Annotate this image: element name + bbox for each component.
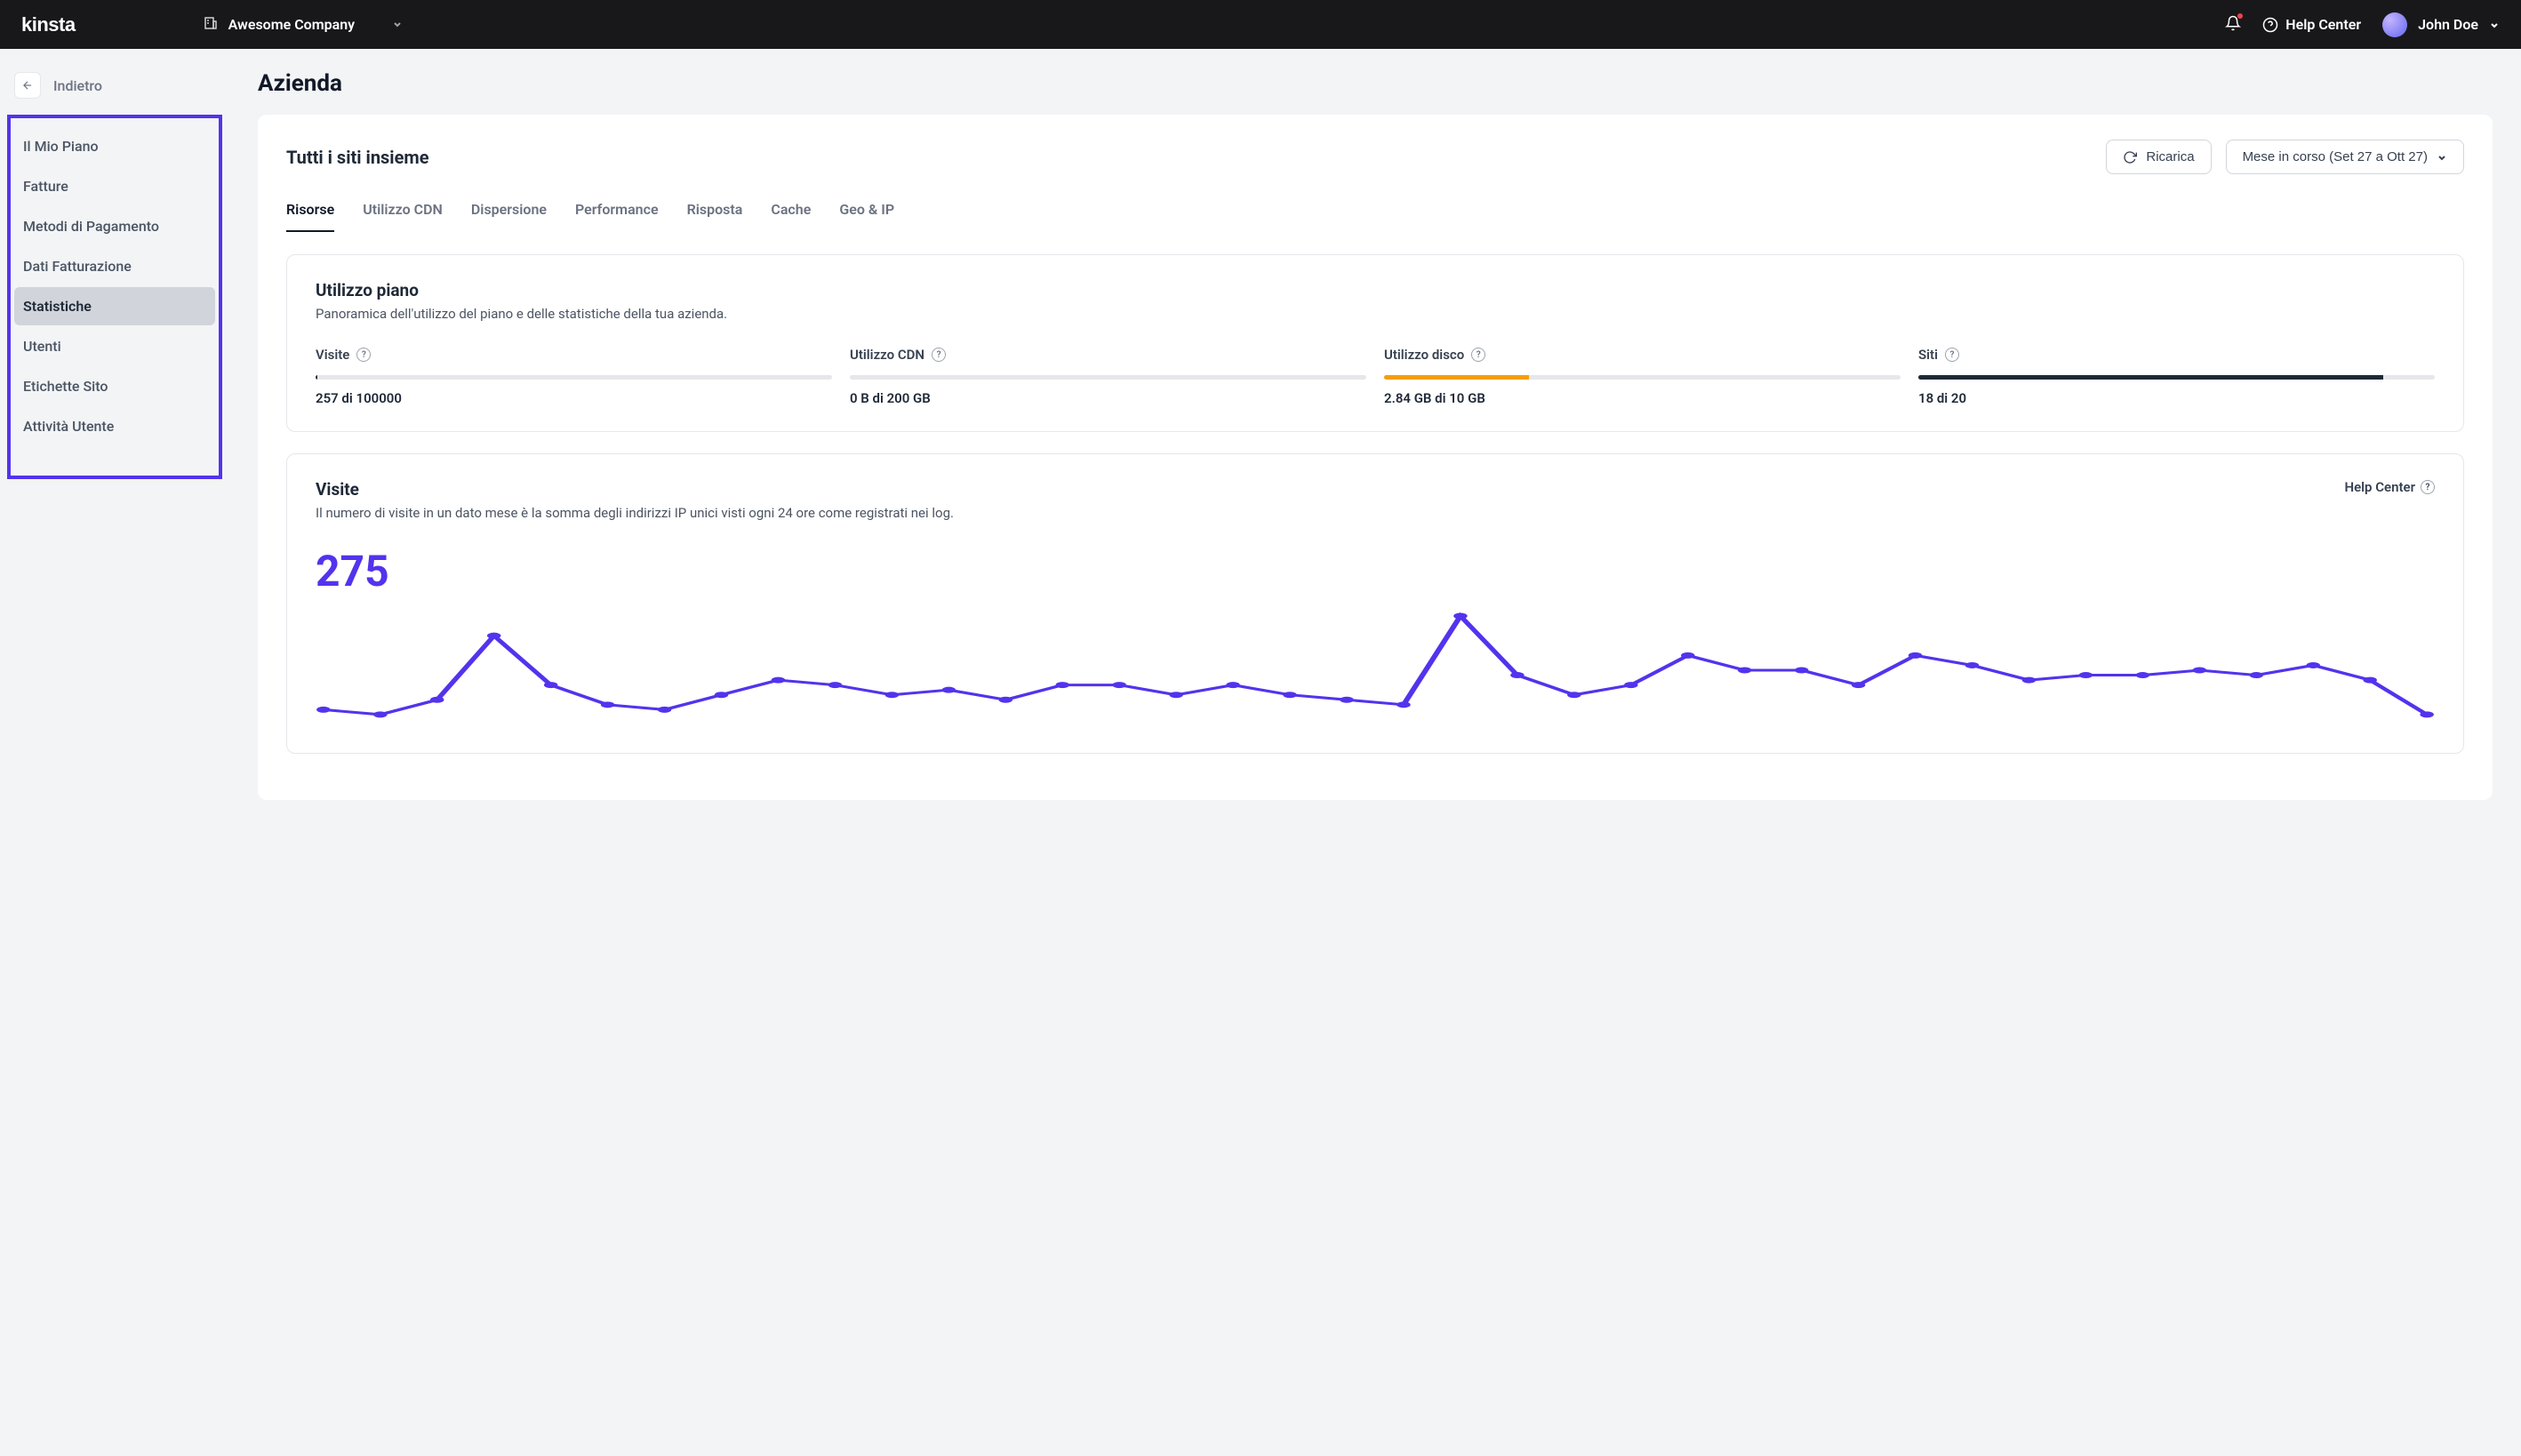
- visits-help-link[interactable]: Help Center ?: [2344, 479, 2435, 495]
- page-title: Azienda: [258, 70, 2493, 97]
- help-icon: ?: [2421, 480, 2435, 494]
- stat-value: 18 di 20: [1918, 390, 2435, 406]
- progress-bar: [1918, 375, 2435, 380]
- tab-1[interactable]: Utilizzo CDN: [363, 196, 443, 232]
- progress-bar: [1384, 375, 1901, 380]
- tabs: Risorse Utilizzo CDN Dispersione Performanc…: [286, 196, 2464, 233]
- stat-1: Utilizzo CDN? 0 B di 200 GB: [850, 347, 1366, 406]
- chevron-down-icon: [2437, 152, 2447, 163]
- help-icon[interactable]: ?: [356, 348, 371, 362]
- visits-subtitle: Il numero di visite in un dato mese è la…: [316, 505, 2435, 521]
- kinsta-logo: kinsta: [21, 13, 76, 36]
- user-name: John Doe: [2418, 16, 2478, 33]
- plan-usage-title: Utilizzo piano: [316, 280, 2435, 300]
- notifications-button[interactable]: [2225, 15, 2241, 35]
- help-center-link[interactable]: Help Center: [2262, 16, 2361, 33]
- tab-3[interactable]: Performance: [575, 196, 659, 232]
- stat-label: Utilizzo disco?: [1384, 347, 1901, 363]
- stat-value: 0 B di 200 GB: [850, 390, 1366, 406]
- arrow-left-icon: [21, 79, 34, 92]
- avatar: [2382, 12, 2407, 37]
- tab-6[interactable]: Geo & IP: [839, 196, 894, 232]
- sidebar-item-4[interactable]: Statistiche: [14, 287, 215, 325]
- reload-button[interactable]: Ricarica: [2106, 140, 2211, 174]
- sidebar-item-7[interactable]: Attività Utente: [14, 407, 215, 445]
- chevron-down-icon: [2489, 20, 2500, 30]
- back-button[interactable]: [14, 72, 41, 99]
- visits-chart: [316, 612, 2435, 728]
- main-content: Azienda Tutti i siti insieme Ricarica Me…: [229, 49, 2521, 843]
- sidebar-item-5[interactable]: Utenti: [14, 327, 215, 365]
- nav-highlight-box: Il Mio PianoFattureMetodi di PagamentoDa…: [7, 115, 222, 479]
- help-icon: [2262, 17, 2278, 33]
- tab-4[interactable]: Risposta: [687, 196, 743, 232]
- building-icon: [204, 16, 218, 34]
- tab-0[interactable]: Risorse: [286, 196, 334, 232]
- stat-3: Siti? 18 di 20: [1918, 347, 2435, 406]
- progress-bar: [850, 375, 1366, 380]
- notification-dot: [2237, 13, 2243, 19]
- progress-bar: [316, 375, 832, 380]
- sidebar-item-0[interactable]: Il Mio Piano: [14, 127, 215, 165]
- reload-icon: [2123, 150, 2137, 164]
- back-label: Indietro: [53, 77, 102, 94]
- section-title: Tutti i siti insieme: [286, 147, 429, 168]
- visits-title: Visite: [316, 479, 359, 500]
- company-selector[interactable]: Awesome Company: [204, 16, 404, 34]
- sidebar-item-6[interactable]: Etichette Sito: [14, 367, 215, 405]
- date-range-button[interactable]: Mese in corso (Set 27 a Ott 27): [2226, 140, 2464, 174]
- stat-0: Visite? 257 di 100000: [316, 347, 832, 406]
- stat-label: Utilizzo CDN?: [850, 347, 1366, 363]
- help-icon[interactable]: ?: [1945, 348, 1959, 362]
- user-menu[interactable]: John Doe: [2382, 12, 2500, 37]
- stat-value: 2.84 GB di 10 GB: [1384, 390, 1901, 406]
- overview-card: Tutti i siti insieme Ricarica Mese in co…: [258, 115, 2493, 800]
- company-name: Awesome Company: [228, 16, 356, 33]
- tab-5[interactable]: Cache: [771, 196, 811, 232]
- visits-panel: Visite Help Center ? Il numero di visite…: [286, 453, 2464, 754]
- sidebar-item-2[interactable]: Metodi di Pagamento: [14, 207, 215, 245]
- plan-usage-panel: Utilizzo piano Panoramica dell'utilizzo …: [286, 254, 2464, 432]
- stat-value: 257 di 100000: [316, 390, 832, 406]
- plan-usage-subtitle: Panoramica dell'utilizzo del piano e del…: [316, 306, 2435, 322]
- stat-label: Visite?: [316, 347, 832, 363]
- sidebar-item-1[interactable]: Fatture: [14, 167, 215, 205]
- chevron-down-icon: [392, 16, 403, 33]
- header-bar: kinsta Awesome Company Help Center John …: [0, 0, 2521, 49]
- stat-label: Siti?: [1918, 347, 2435, 363]
- help-icon[interactable]: ?: [1471, 348, 1485, 362]
- stat-2: Utilizzo disco? 2.84 GB di 10 GB: [1384, 347, 1901, 406]
- sidebar: Indietro Il Mio PianoFattureMetodi di Pa…: [0, 49, 229, 843]
- visits-total: 275: [316, 546, 2435, 596]
- sidebar-item-3[interactable]: Dati Fatturazione: [14, 247, 215, 285]
- tab-2[interactable]: Dispersione: [471, 196, 547, 232]
- help-icon[interactable]: ?: [932, 348, 946, 362]
